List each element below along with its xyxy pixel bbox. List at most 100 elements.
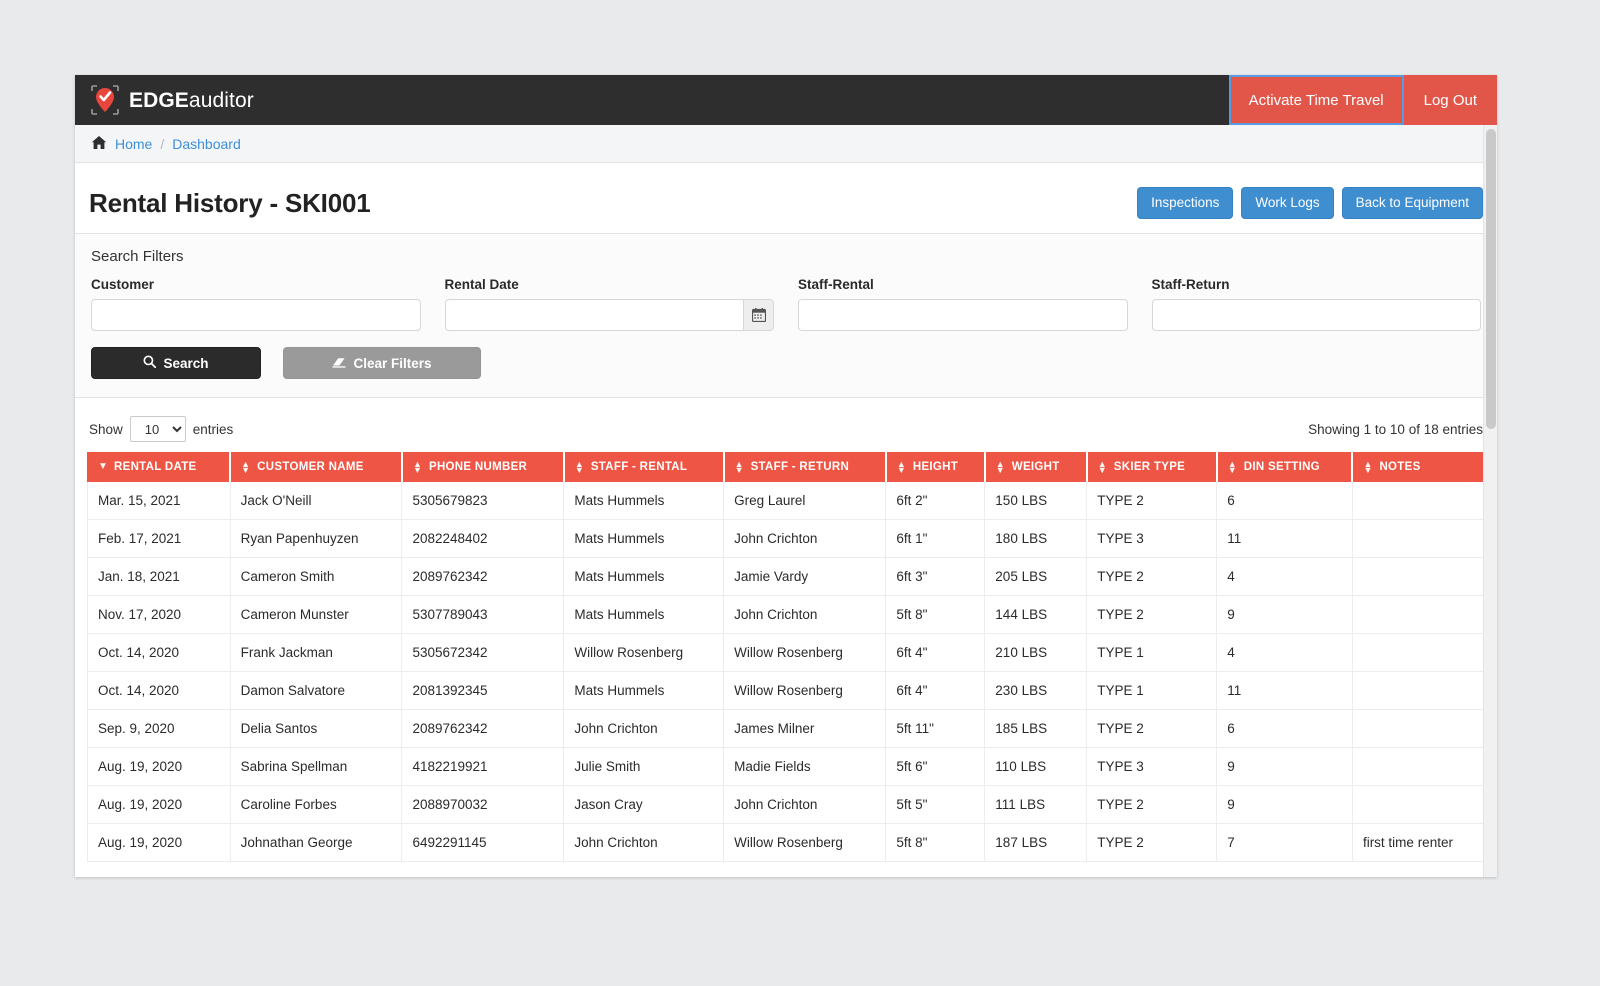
rental-date-input[interactable] [444,299,744,332]
cell-rental-date: Mar. 15, 2021 [87,481,231,521]
inspections-button[interactable]: Inspections [1137,187,1234,220]
cell-phone-number: 5305672342 [401,633,565,673]
cell-rental-date: Aug. 19, 2020 [87,823,231,863]
cell-staff-rental: Willow Rosenberg [563,633,725,673]
table-row[interactable]: Aug. 19, 2020 Johnathan George 6492291145 J… [87,823,1486,863]
search-button[interactable]: Search [91,347,261,380]
sort-both-icon: ▲ ▼ [1227,459,1237,476]
column-header-din-setting[interactable]: ▲ ▼ DIN SETTING [1216,452,1354,483]
brand[interactable]: EDGEauditor [75,75,1229,125]
table-row[interactable]: Oct. 14, 2020 Damon Salvatore 2081392345 Ma… [87,671,1486,711]
sort-desc-icon: ▲▼ [98,461,109,473]
activate-time-travel-button[interactable]: Activate Time Travel [1228,75,1404,125]
cell-weight: 110 LBS [984,747,1088,787]
cell-height: 5ft 8" [885,595,986,635]
cell-height: 5ft 8" [885,823,986,863]
search-filters-panel: Search Filters Customer Rental Date Staf… [75,233,1497,399]
cell-customer-name: Frank Jackman [229,633,403,673]
cell-phone-number: 5305679823 [401,481,565,521]
cell-din-setting: 9 [1216,595,1353,635]
cell-din-setting: 9 [1216,785,1353,825]
sort-both-icon: ▲ ▼ [995,459,1006,476]
column-header-label: WEIGHT [1011,461,1060,474]
cell-skier-type: TYPE 2 [1086,709,1218,749]
filter-field-staff-rental: Staff-Rental [798,277,1128,332]
cell-notes: first time renter [1351,823,1486,863]
column-header-weight[interactable]: ▲ ▼ WEIGHT [984,452,1088,483]
column-header-skier-type[interactable]: ▲ ▼ SKIER TYPE [1086,452,1218,483]
vertical-scrollbar[interactable] [1483,125,1497,877]
cell-skier-type: TYPE 2 [1086,785,1218,825]
cell-notes [1351,671,1486,711]
cell-din-setting: 4 [1216,633,1353,673]
cell-rental-date: Oct. 14, 2020 [87,671,231,711]
brand-name-light: auditor [188,88,254,112]
staff-return-input[interactable] [1151,299,1481,332]
cell-staff-return: Willow Rosenberg [723,671,887,711]
sort-both-icon: ▲ ▼ [574,459,585,476]
cell-customer-name: Cameron Munster [229,595,403,635]
table-row[interactable]: Aug. 19, 2020 Caroline Forbes 2088970032 Ja… [87,785,1486,825]
cell-staff-rental: Mats Hummels [563,519,725,559]
calendar-icon[interactable] [743,299,774,332]
staff-rental-input[interactable] [798,299,1128,332]
cell-rental-date: Aug. 19, 2020 [87,785,231,825]
table-row[interactable]: Jan. 18, 2021 Cameron Smith 2089762342 Mats… [87,557,1486,597]
cell-skier-type: TYPE 2 [1086,823,1218,863]
column-header-label: STAFF - RENTAL [590,461,688,474]
table-head: ▲▼ RENTAL DATE ▲▼ CUSTOMER NAME ▲▼ PHONE NUMB… [87,452,1486,483]
column-header-customer-name[interactable]: ▲ ▼ CUSTOMER NAME [229,452,403,483]
cell-skier-type: TYPE 2 [1086,481,1218,521]
cell-phone-number: 5307789043 [401,595,565,635]
staff-return-label: Staff-Return [1151,277,1230,293]
rental-date-group [444,299,774,332]
sort-both-icon: ▲ ▼ [412,459,423,476]
cell-height: 6ft 3" [885,557,986,597]
work-logs-button[interactable]: Work Logs [1241,187,1334,220]
breadcrumb-item-dashboard[interactable]: Dashboard [172,136,241,152]
cell-staff-rental: Mats Hummels [563,671,725,711]
clear-filters-button[interactable]: Clear Filters [283,347,481,380]
cell-customer-name: Damon Salvatore [229,671,403,711]
column-header-staff-rental[interactable]: ▲ ▼ STAFF - RENTAL [563,452,725,483]
column-header-height[interactable]: ▲ ▼ HEIGHT [885,452,986,483]
cell-weight: 187 LBS [984,823,1088,863]
top-navbar: EDGEauditor Activate Time Travel Log Out [75,75,1497,125]
cell-din-setting: 6 [1216,481,1353,521]
cell-staff-rental: Mats Hummels [563,557,725,597]
cell-phone-number: 4182219921 [401,747,565,787]
customer-input[interactable] [91,299,421,332]
cell-weight: 205 LBS [984,557,1088,597]
log-out-button[interactable]: Log Out [1403,75,1497,125]
table-row[interactable]: Sep. 9, 2020 Delia Santos 2089762342 John C… [87,709,1486,749]
cell-notes [1351,747,1486,787]
table-row[interactable]: Feb. 17, 2021 Ryan Papenhuyzen 2082248402 M… [87,519,1486,559]
table-row[interactable]: Aug. 19, 2020 Sabrina Spellman 4182219921 J… [87,747,1486,787]
main-content: Rental History - SKI001 Inspections Work… [75,163,1497,877]
cell-notes [1351,557,1486,597]
cell-din-setting: 6 [1216,709,1353,749]
back-to-equipment-button[interactable]: Back to Equipment [1341,187,1483,220]
cell-weight: 111 LBS [984,785,1088,825]
breadcrumb-item-home[interactable]: Home [115,136,152,152]
column-header-label: SKIER TYPE [1113,461,1186,474]
filter-buttons: Search Clear Filters [91,347,1481,380]
column-header-label: DIN SETTING [1243,461,1320,474]
column-header-staff-return[interactable]: ▲ ▼ STAFF - RETURN [723,452,887,483]
cell-notes [1351,785,1486,825]
column-header-notes[interactable]: ▲ ▼ NOTES [1351,452,1486,483]
filter-field-customer: Customer [91,277,421,332]
scrollbar-thumb[interactable] [1486,129,1496,429]
cell-rental-date: Sep. 9, 2020 [87,709,231,749]
cell-din-setting: 11 [1216,671,1353,711]
page-length-select[interactable]: 102550100 [129,416,186,443]
sort-both-icon: ▲ ▼ [1363,459,1373,476]
table-row[interactable]: Mar. 15, 2021 Jack O'Neill 5305679823 Mats … [87,481,1486,521]
table-row[interactable]: Nov. 17, 2020 Cameron Munster 5307789043 Ma… [87,595,1486,635]
column-header-rental-date[interactable]: ▲▼ RENTAL DATE [87,452,232,483]
table-row[interactable]: Oct. 14, 2020 Frank Jackman 5305672342 Will… [87,633,1486,673]
cell-customer-name: Caroline Forbes [229,785,403,825]
cell-phone-number: 6492291145 [401,823,565,863]
column-header-phone-number[interactable]: ▲ ▼ PHONE NUMBER [401,452,565,483]
column-header-label: CUSTOMER NAME [257,461,364,474]
